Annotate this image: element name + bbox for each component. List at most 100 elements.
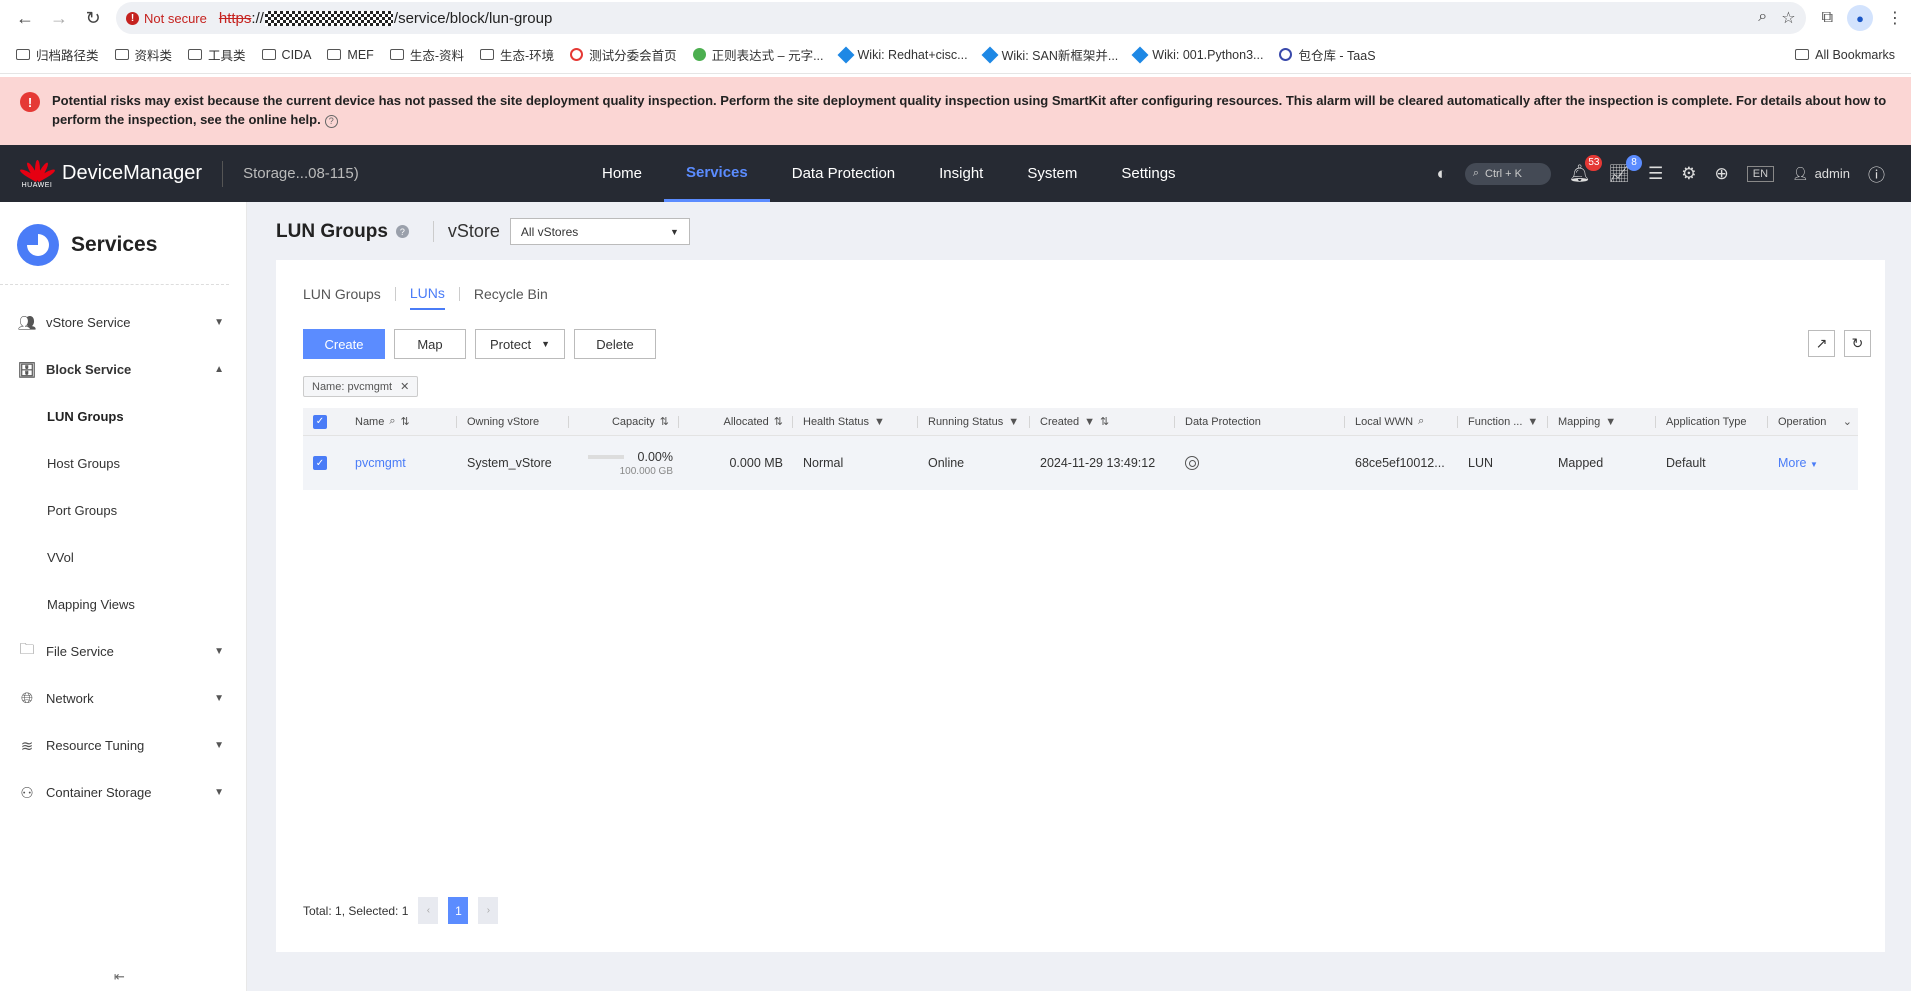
not-secure-indicator[interactable]: ! Not secure [126,11,219,26]
tab-recycle-bin[interactable]: Recycle Bin [474,286,548,309]
sidebar-item-host-groups[interactable]: Host Groups [0,440,246,487]
add-circle-icon[interactable]: ⊕ [1715,164,1729,184]
table-row[interactable]: ✓ pvcmgmt System_vStore 0.00% 100.000 GB… [303,436,1858,490]
url-text[interactable]: https:///service/block/lun-group [219,10,552,27]
device-name[interactable]: Storage...08-115) [222,160,359,187]
col-local-wwn[interactable]: Local WWN ⌕ [1345,408,1458,435]
reload-icon[interactable]: ↻ [76,1,110,35]
forward-icon[interactable]: → [42,1,76,35]
bookmark-item[interactable]: MEF [319,48,381,62]
bookmark-item[interactable]: CIDA [254,48,320,62]
sidebar-item-network[interactable]: 🌐︎ Network ▼ [0,675,246,722]
refresh-icon[interactable]: ↻ [1844,330,1871,357]
browser-menu-icon[interactable]: ⋮ [1887,8,1903,28]
column-settings-icon[interactable]: ⌄ [1843,415,1852,428]
huawei-logo: HUAWEI [18,158,57,189]
task-count-badge: 8 [1626,154,1643,171]
sidebar-item-mapping-views[interactable]: Mapping Views [0,581,246,628]
filter-icon[interactable]: ▼ [1527,416,1538,428]
create-button[interactable]: Create [303,329,385,359]
sidebar-item-file-service[interactable]: 🗀 File Service ▼ [0,628,246,675]
help-icon[interactable]: ? [324,115,338,128]
sort-icon[interactable]: ⇅ [774,415,783,428]
bookmark-item[interactable]: 归档路径类 [8,45,107,64]
export-icon[interactable]: ↗ [1808,330,1835,357]
filter-icon[interactable]: ▼ [874,416,885,428]
sidebar-item-container-storage[interactable]: ⚇ Container Storage ▼ [0,769,246,816]
sidebar-item-vstore-service[interactable]: 👥︎ vStore Service ▼ [0,299,246,346]
filter-icon[interactable]: ▼ [1605,416,1616,428]
sort-icon[interactable]: ⇅ [1100,415,1109,428]
sort-icon[interactable]: ⇅ [401,415,410,428]
bookmark-item[interactable]: 工具类 [180,45,254,64]
sidebar-item-block-service[interactable]: 🗄︎ Block Service ▲ [0,346,246,393]
sidebar-item-port-groups[interactable]: Port Groups [0,487,246,534]
nav-services[interactable]: Services [664,145,770,202]
nav-data-protection[interactable]: Data Protection [770,145,917,202]
bookmark-item[interactable]: 包仓库 - TaaS [1271,45,1383,64]
gear-icon[interactable]: ⚙ [1681,164,1696,184]
col-mapping[interactable]: Mapping ▼ [1548,408,1656,435]
collapse-sidebar-icon[interactable]: ⇤ [114,969,125,985]
bookmark-item[interactable]: 资料类 [107,45,181,64]
prev-page-button[interactable]: ‹ [418,897,439,924]
filter-chip[interactable]: Name: pvcmgmt ✕ [303,376,419,397]
lun-name-link[interactable]: pvcmgmt [355,456,406,470]
filter-icon[interactable]: ▼ [1008,416,1019,428]
filter-icon[interactable]: ▼ [1084,416,1095,428]
bookmark-star-icon[interactable]: ☆ [1781,8,1795,28]
task-monitor-icon[interactable]: 📈︎ 8 [1608,154,1643,184]
bookmark-item[interactable]: 测试分委会首页 [562,45,685,64]
help-icon[interactable]: ⓘ [1868,161,1885,186]
search-icon[interactable]: ⌕ [389,415,395,428]
bookmark-item[interactable]: 正则表达式 – 元字... [685,45,832,64]
event-list-icon[interactable]: ☰ [1648,164,1663,184]
profile-avatar-icon[interactable]: ● [1847,5,1873,31]
sidebar-item-lun-groups[interactable]: LUN Groups [0,393,246,440]
sort-icon[interactable]: ⇅ [660,415,669,428]
global-search[interactable]: ⌕ Ctrl + K [1464,162,1551,185]
bookmark-item[interactable]: 生态-资料 [382,45,472,64]
nav-settings[interactable]: Settings [1099,145,1197,202]
search-icon[interactable]: ⌕ [1418,415,1424,428]
alarm-bell-icon[interactable]: 🔔︎ 53 [1569,154,1603,184]
col-name[interactable]: Name ⌕ ⇅ [345,408,457,435]
col-health-status[interactable]: Health Status ▼ [793,408,918,435]
map-button[interactable]: Map [394,329,466,359]
col-running-status[interactable]: Running Status ▼ [918,408,1030,435]
bookmark-item[interactable]: 生态-环境 [472,45,562,64]
col-function[interactable]: Function ... ▼ [1458,408,1548,435]
select-all-checkbox[interactable]: ✓ [313,414,327,429]
tab-lun-groups[interactable]: LUN Groups [303,286,381,309]
sidebar-item-resource-tuning[interactable]: ≋ Resource Tuning ▼ [0,722,246,769]
next-page-button[interactable]: › [478,897,499,924]
back-icon[interactable]: ← [8,1,42,35]
user-menu[interactable]: 👤︎ admin [1792,166,1850,182]
address-bar[interactable]: ! Not secure https:///service/block/lun-… [116,2,1806,34]
data-protection-icon[interactable] [1185,456,1199,470]
page-number-button[interactable]: 1 [448,897,469,924]
col-created[interactable]: Created ▼ ⇅ [1030,408,1175,435]
all-bookmarks[interactable]: All Bookmarks [1787,48,1903,62]
col-capacity[interactable]: Capacity ⇅ [569,408,679,435]
close-icon[interactable]: ✕ [400,380,409,393]
row-checkbox[interactable]: ✓ [313,456,327,470]
sidebar-item-vvol[interactable]: VVol [0,534,246,581]
zoom-icon[interactable]: ⌕ [1758,8,1767,28]
nav-home[interactable]: Home [580,145,664,202]
nav-system[interactable]: System [1005,145,1099,202]
more-actions-link[interactable]: More ▼ [1778,456,1818,470]
col-operation[interactable]: Operation ⌄ [1768,408,1858,435]
extensions-icon[interactable]: ⧉ [1822,9,1833,27]
bookmark-item[interactable]: Wiki: SAN新框架并... [976,45,1127,64]
delete-button[interactable]: Delete [574,329,656,359]
tab-luns[interactable]: LUNs [409,285,445,310]
col-allocated[interactable]: Allocated ⇅ [679,408,793,435]
bookmark-item[interactable]: Wiki: Redhat+cisc... [832,46,976,63]
language-switch[interactable]: EN [1746,165,1775,182]
vstore-select[interactable]: All vStores ▼ [509,218,690,245]
bookmark-item[interactable]: Wiki: 001.Python3... [1126,46,1271,63]
protect-button[interactable]: Protect ▼ [475,329,565,359]
help-icon[interactable]: ? [395,225,409,238]
nav-insight[interactable]: Insight [917,145,1005,202]
